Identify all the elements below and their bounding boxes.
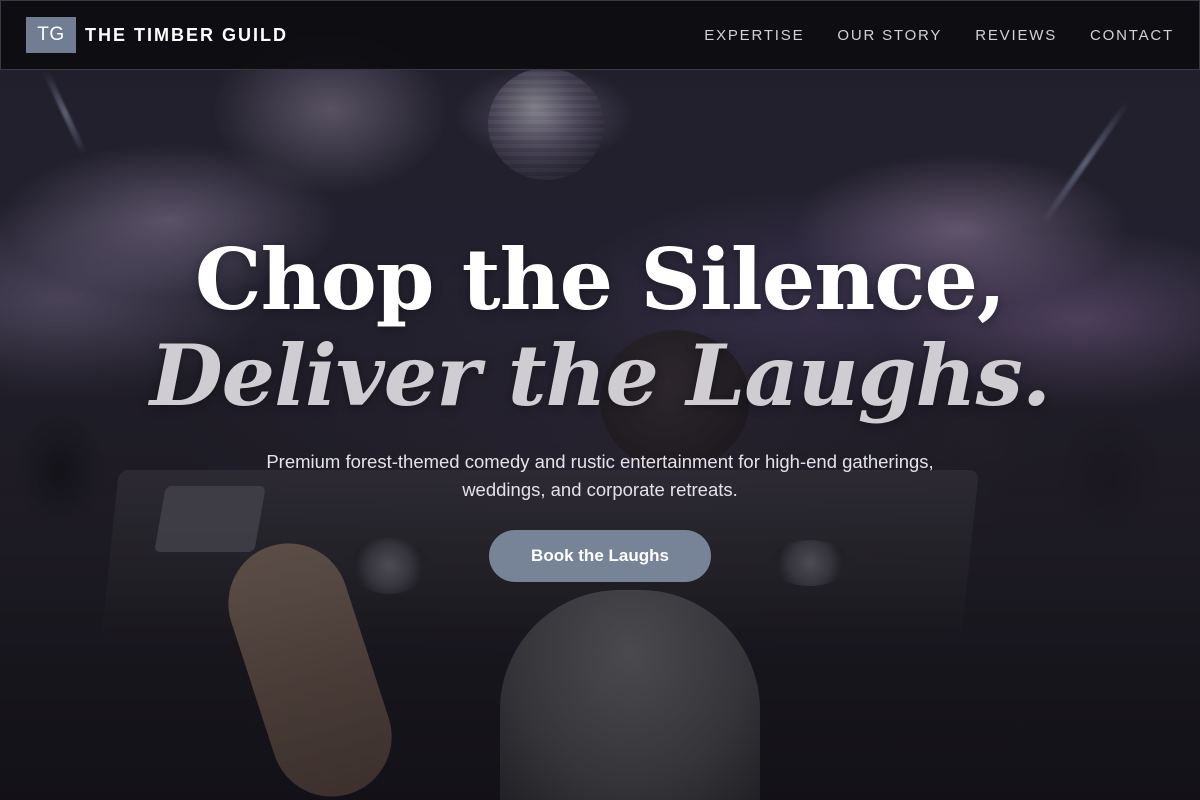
hero-headline-line-2: Deliver the Laughs. <box>149 326 1051 425</box>
nav-link-expertise[interactable]: EXPERTISE <box>704 27 804 44</box>
nav-link-contact[interactable]: CONTACT <box>1090 27 1174 44</box>
brand-monogram: TG <box>26 17 76 53</box>
book-the-laughs-button[interactable]: Book the Laughs <box>489 530 711 582</box>
nav-link-our-story[interactable]: OUR STORY <box>837 27 942 44</box>
brand-logo-link[interactable]: TG THE TIMBER GUILD <box>26 17 288 53</box>
brand-name: THE TIMBER GUILD <box>85 24 288 45</box>
top-navbar: TG THE TIMBER GUILD EXPERTISE OUR STORY … <box>0 0 1200 70</box>
nav-link-reviews[interactable]: REVIEWS <box>975 27 1057 44</box>
hero-subtitle: Premium forest-themed comedy and rustic … <box>266 451 934 500</box>
hero-headline-line-1: Chop the Silence, <box>194 230 1006 329</box>
nav-links: EXPERTISE OUR STORY REVIEWS CONTACT <box>704 27 1174 44</box>
